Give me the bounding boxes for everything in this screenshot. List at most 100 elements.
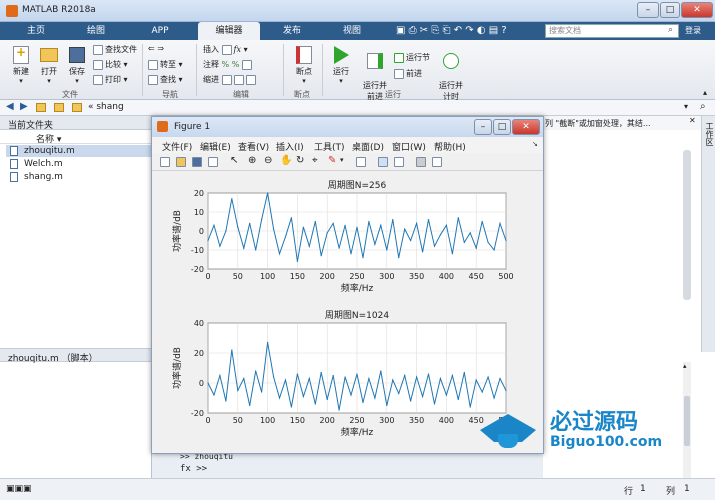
close-button[interactable]: ✕ <box>681 2 713 18</box>
x-axis-label: 频率/Hz <box>341 282 374 294</box>
data-point <box>350 253 352 255</box>
tab-home[interactable]: 主页 <box>10 22 62 40</box>
workspace-side-tab[interactable]: 工作区 <box>704 122 715 146</box>
current-path[interactable]: « shang <box>88 102 124 112</box>
menu-view[interactable]: 查看(V) <box>238 140 269 153</box>
save-button[interactable]: 保存 ▾ <box>64 46 90 85</box>
watermark-brand: 必过源码 <box>550 410 639 435</box>
tab-publish[interactable]: 发布 <box>266 22 318 40</box>
x-tick-label: 100 <box>260 272 275 281</box>
data-point <box>255 249 257 251</box>
nav-arrows[interactable]: ⇐ ⇒ <box>148 44 164 53</box>
pointer-icon[interactable]: ↖ <box>230 155 238 166</box>
editor-close-icon[interactable]: ✕ <box>689 116 701 130</box>
dock-icon[interactable]: ↘ <box>532 140 538 148</box>
data-point <box>267 341 269 344</box>
hide-plot-tools-icon[interactable] <box>416 157 426 167</box>
data-point <box>284 236 287 238</box>
list-item[interactable]: zhouqitu.m <box>6 145 152 157</box>
insert-button[interactable]: 插入 fx ▾ <box>203 44 248 55</box>
figure-maximize-button[interactable]: □ <box>493 119 511 135</box>
x-tick-label: 150 <box>290 416 305 425</box>
advance-icon <box>394 68 404 79</box>
breakpoints-button[interactable]: 断点 ▾ <box>291 46 317 85</box>
name-column-header[interactable]: 名称 ▾ <box>36 132 61 145</box>
tab-apps[interactable]: APP <box>134 22 186 40</box>
menu-window[interactable]: 窗口(W) <box>392 140 426 153</box>
print-button[interactable]: 打印 ▾ <box>93 74 128 85</box>
search-input[interactable]: 搜索文档 <box>545 24 679 38</box>
m-file-icon <box>10 172 18 182</box>
indent-smart-icon <box>221 74 232 85</box>
data-cursor-icon[interactable]: ⌖ <box>312 155 318 166</box>
menu-help[interactable]: 帮助(H) <box>434 140 466 153</box>
tab-plots[interactable]: 绘图 <box>70 22 122 40</box>
quick-access-toolbar[interactable]: ▣ ⎙ ✂ ⎘ ⎗ ↶ ↷ ◐ ▤ ? <box>396 25 507 36</box>
search-icon[interactable]: ⌕ <box>668 25 673 35</box>
data-point <box>505 389 507 392</box>
find-button[interactable]: 查找 ▾ <box>148 74 183 85</box>
menu-tools[interactable]: 工具(T) <box>314 140 345 153</box>
save-figure-icon[interactable] <box>192 157 202 167</box>
link-plot-icon[interactable] <box>356 157 366 167</box>
legend-icon[interactable] <box>394 157 404 167</box>
collapse-ribbon-icon[interactable]: ▴ <box>703 88 707 97</box>
print-figure-icon[interactable] <box>208 157 218 167</box>
rotate-icon[interactable]: ↻ <box>296 155 304 166</box>
minimize-button[interactable]: – <box>637 2 659 18</box>
list-item[interactable]: shang.m <box>6 171 152 183</box>
advance-label: 前进 <box>406 69 422 78</box>
open-button[interactable]: 打开 ▾ <box>36 46 62 85</box>
data-point <box>451 253 453 255</box>
find-files-button[interactable]: 查找文件 <box>93 44 137 55</box>
menu-edit[interactable]: 编辑(E) <box>200 140 231 153</box>
scroll-up-icon[interactable]: ▴ <box>683 362 687 370</box>
goto-button[interactable]: 转至 ▾ <box>148 59 183 70</box>
show-plot-tools-icon[interactable] <box>432 157 442 167</box>
indent-button[interactable]: 缩进 <box>203 74 258 85</box>
run-and-time-button[interactable]: 运行并 计时 <box>436 44 466 102</box>
list-item[interactable]: Welch.m <box>6 158 152 170</box>
signin-link[interactable]: 登录 <box>685 25 701 36</box>
group-run-label: 运行 <box>385 90 401 99</box>
search-path-icon[interactable]: ⌕ <box>700 101 706 112</box>
maximize-button[interactable]: □ <box>660 2 680 18</box>
figure-menu-bar: 文件(F) 编辑(E) 查看(V) 插入(I) 工具(T) 桌面(D) 窗口(W… <box>152 137 543 153</box>
data-point <box>386 404 388 407</box>
zoom-out-icon[interactable]: ⊖ <box>264 155 272 166</box>
brush-icon[interactable]: ✎ <box>328 155 336 166</box>
editor-scrollbar[interactable] <box>683 150 691 300</box>
run-section-button[interactable]: 运行节 <box>394 52 430 63</box>
menu-insert[interactable]: 插入(I) <box>276 140 304 153</box>
data-point <box>338 247 340 249</box>
data-point <box>320 255 322 257</box>
new-button[interactable]: + 新建 ▾ <box>8 45 34 85</box>
editor-ribbon: + 新建 ▾ 打开 ▾ 保存 ▾ 查找文件 比较 ▾ 打印 ▾ 文件 ⇐ ⇒ 转至 ▾… <box>0 40 715 102</box>
new-figure-icon[interactable] <box>160 157 170 167</box>
back-icon[interactable]: ◀ <box>6 101 14 112</box>
tab-editor[interactable]: 编辑器 <box>198 22 260 40</box>
data-point <box>487 376 489 378</box>
compare-button[interactable]: 比较 ▾ <box>93 59 128 70</box>
comment-button[interactable]: 注释 % % <box>203 59 254 70</box>
colorbar-icon[interactable] <box>378 157 388 167</box>
data-point <box>475 247 477 249</box>
figure-close-button[interactable]: ✕ <box>512 119 540 135</box>
brush-dropdown-icon[interactable]: ▾ <box>340 156 344 164</box>
run-button[interactable]: 运行 ▾ <box>328 46 354 85</box>
forward-icon[interactable]: ▶ <box>20 101 28 112</box>
figure-minimize-button[interactable]: – <box>474 119 492 135</box>
zoom-in-icon[interactable]: ⊕ <box>248 155 256 166</box>
new-label: 新建 <box>13 67 29 76</box>
advance-button[interactable]: 前进 <box>394 68 422 79</box>
pan-icon[interactable]: ✋ <box>280 155 292 166</box>
menu-file[interactable]: 文件(F) <box>162 140 192 153</box>
path-dropdown-icon[interactable]: ▾ <box>684 102 688 111</box>
data-point <box>374 397 376 399</box>
browse-folder-icon[interactable] <box>54 103 64 112</box>
up-folder-icon[interactable] <box>36 103 46 112</box>
tab-view[interactable]: 视图 <box>326 22 378 40</box>
command-prompt[interactable]: fx >> <box>180 464 540 478</box>
menu-desktop[interactable]: 桌面(D) <box>352 140 384 153</box>
open-file-icon[interactable] <box>176 157 186 167</box>
